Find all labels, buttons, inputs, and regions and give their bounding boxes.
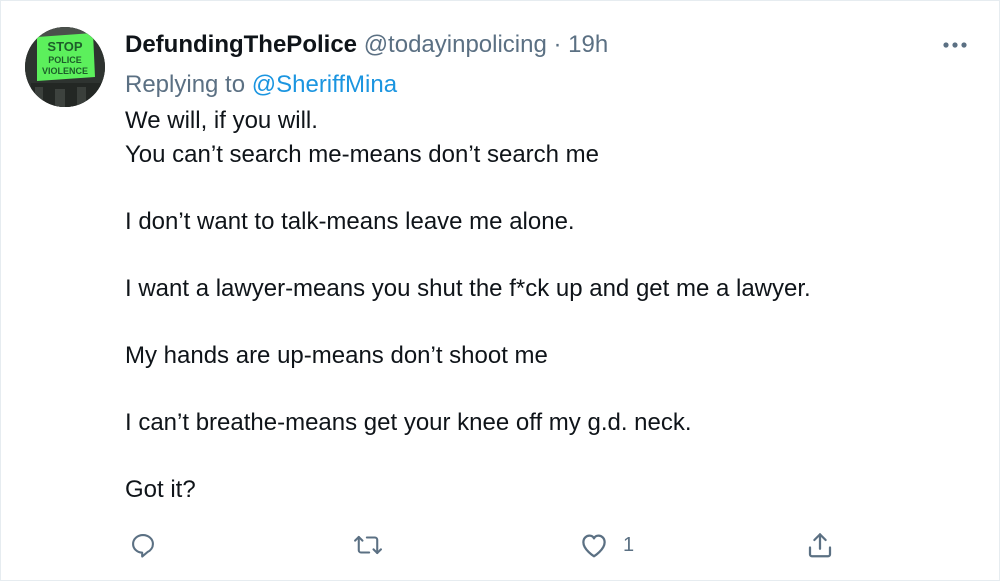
like-button[interactable]: 1	[579, 525, 634, 565]
retweet-button[interactable]	[353, 525, 383, 565]
user-handle[interactable]: @todayinpolicing	[364, 31, 547, 58]
more-options-button[interactable]	[941, 31, 969, 59]
sign-text-police: POLICE	[48, 55, 82, 65]
tweet-actions: 1	[125, 525, 845, 565]
replying-to-link[interactable]: @SheriffMina	[252, 71, 397, 98]
avatar-image: STOP POLICE VIOLENCE	[25, 27, 105, 107]
replying-to-label: Replying to	[125, 71, 246, 98]
replying-to: Replying to @SheriffMina	[125, 65, 397, 105]
reply-button[interactable]	[129, 525, 157, 565]
separator: ·	[553, 31, 562, 58]
tweet-line: My hands are up-means don’t shoot me	[125, 341, 548, 369]
sign-text-stop: STOP	[47, 39, 82, 54]
reply-icon	[132, 534, 154, 558]
avatar[interactable]: STOP POLICE VIOLENCE	[25, 27, 105, 107]
share-button[interactable]	[805, 525, 835, 565]
heart-icon	[582, 534, 606, 558]
more-icon	[943, 42, 967, 48]
share-icon	[808, 533, 832, 558]
tweet-line: We will, if you will.	[125, 107, 318, 134]
display-name[interactable]: DefundingThePolice	[125, 31, 357, 58]
tweet-card[interactable]: STOP POLICE VIOLENCE DefundingThePolice …	[0, 0, 1000, 581]
tweet-line: I want a lawyer-means you shut the f*ck …	[125, 274, 811, 302]
sign-text-violence: VIOLENCE	[42, 66, 88, 76]
tweet-line: You can’t search me-means don’t search m…	[125, 140, 600, 168]
tweet-header: DefundingThePolice @todayinpolicing · 19…	[125, 25, 608, 65]
retweet-icon	[354, 535, 382, 555]
tweet-line: I don’t want to talk-means leave me alon…	[125, 207, 575, 235]
tweet-line: Got it?	[125, 475, 196, 503]
tweet-line: I can’t breathe-means get your knee off …	[125, 408, 692, 436]
like-count: 1	[623, 534, 635, 556]
tweet-text: We will, if you will. You can’t search m…	[125, 104, 965, 506]
timestamp[interactable]: 19h	[568, 31, 608, 58]
